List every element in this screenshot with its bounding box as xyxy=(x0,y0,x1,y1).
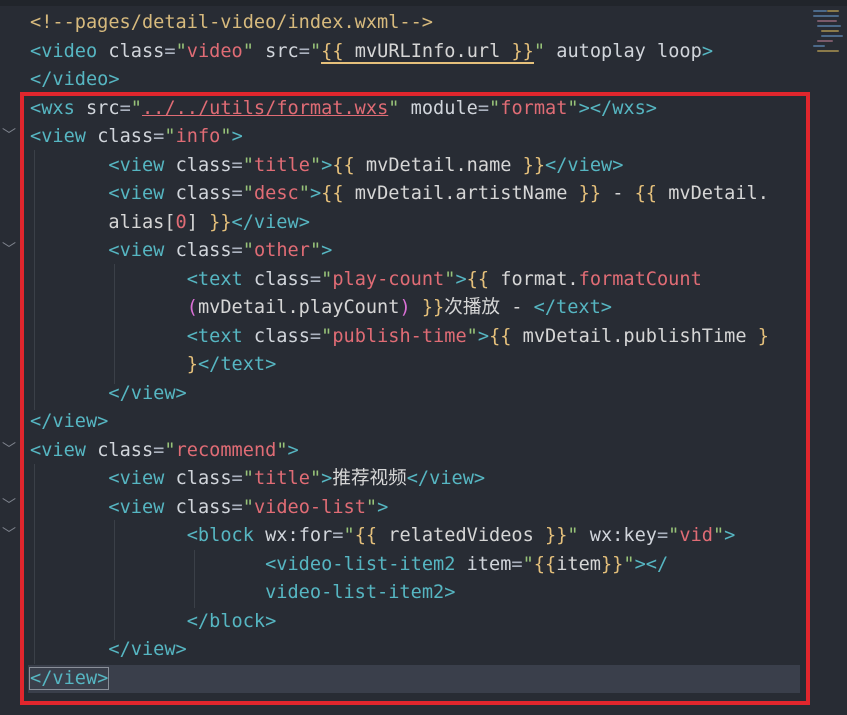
chevron-down-icon[interactable]: ﹀ xyxy=(2,122,16,150)
code-line[interactable]: </video> xyxy=(30,66,120,94)
chevron-down-icon[interactable]: ﹀ xyxy=(2,521,16,549)
code-line[interactable]: <video class="video" src="{{ mvURLInfo.u… xyxy=(30,38,713,66)
minimap[interactable] xyxy=(807,6,847,66)
code-editor[interactable]: ﹀ ﹀ ﹀ ﹀ ﹀ <!--pages/detail-video/index.w… xyxy=(0,0,847,715)
editor-tab-strip xyxy=(0,0,847,6)
chevron-down-icon[interactable]: ﹀ xyxy=(2,492,16,520)
comment-token: <!--pages/detail-video/index.wxml--> xyxy=(30,12,433,33)
chevron-down-icon[interactable]: ﹀ xyxy=(2,236,16,264)
chevron-down-icon[interactable]: ﹀ xyxy=(2,436,16,464)
annotation-highlight-box xyxy=(20,92,810,705)
code-line[interactable]: <!--pages/detail-video/index.wxml--> xyxy=(30,9,433,37)
